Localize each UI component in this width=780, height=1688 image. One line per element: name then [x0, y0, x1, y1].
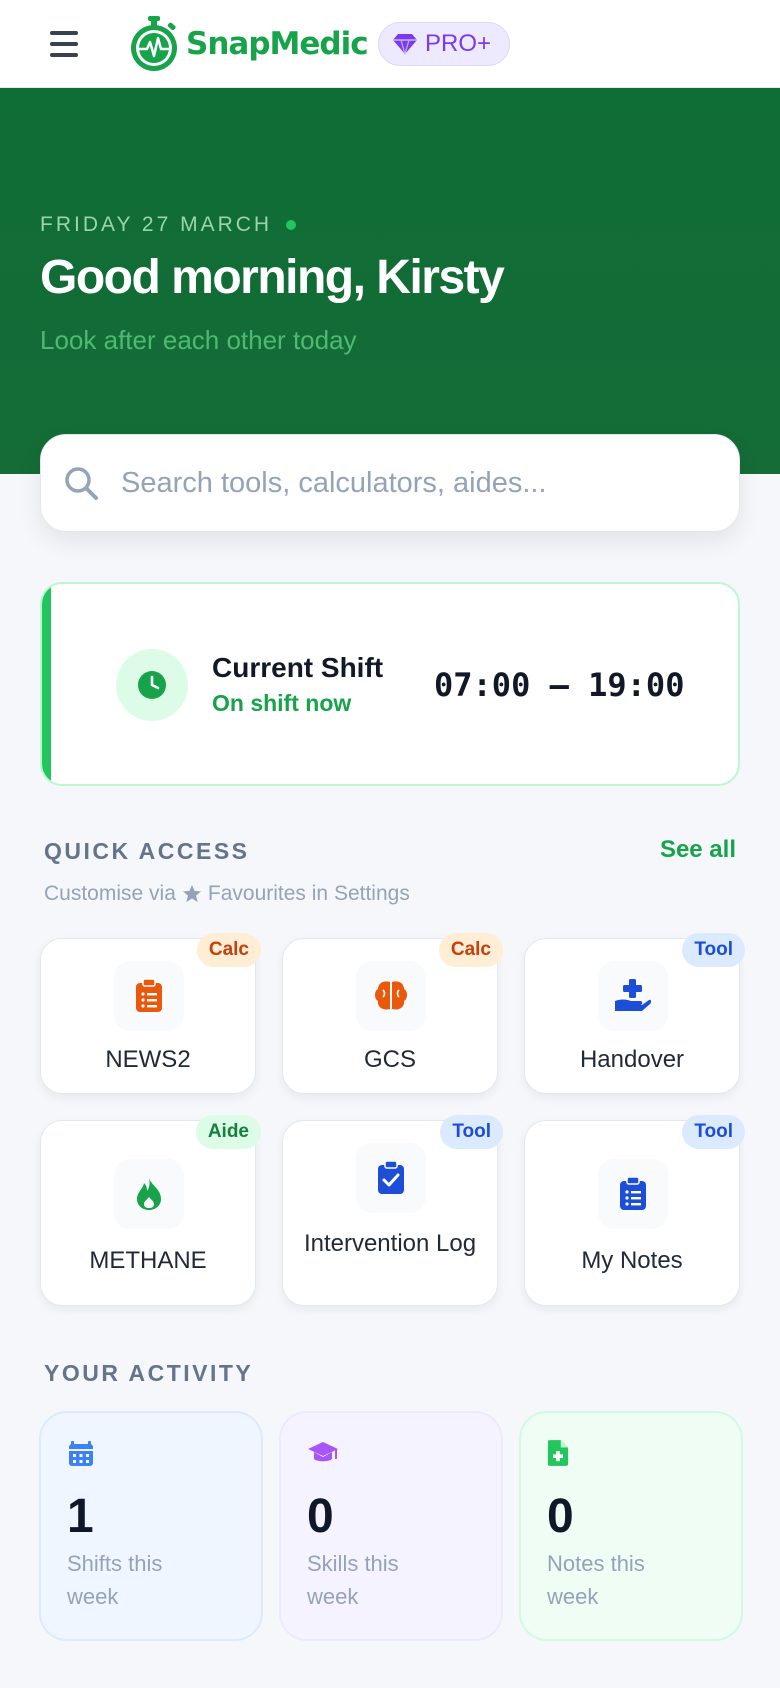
hint-prefix: Customise via: [44, 882, 176, 905]
tile-tag: Tool: [682, 1115, 745, 1149]
shift-label: Current Shift: [212, 652, 384, 683]
shift-accent-bar: [42, 584, 51, 784]
calendar-icon: [69, 1441, 93, 1466]
greeting-title: Good morning, Kirsty: [40, 251, 505, 304]
tile-label: Intervention Log: [303, 1230, 477, 1257]
activity-card-shifts[interactable]: 1 Shifts this week: [39, 1411, 263, 1641]
activity-label: Skills this week: [307, 1551, 399, 1609]
quick-access-title: QUICK ACCESS: [44, 838, 250, 864]
brain-icon: [356, 961, 426, 1031]
hero-banner: FRIDAY 27 MARCH Good morning, Kirsty Loo…: [0, 88, 780, 474]
date-text: FRIDAY 27 MARCH: [40, 213, 273, 236]
tile-methane[interactable]: Aide METHANE: [40, 1115, 261, 1306]
tile-tag: Calc: [196, 933, 261, 967]
tile-tag: Tool: [682, 933, 745, 967]
quick-access-hint: Customise via Favourites in Settings: [44, 882, 410, 906]
greeting-subtitle: Look after each other today: [40, 325, 357, 355]
search-bar[interactable]: [40, 434, 740, 532]
see-all-link[interactable]: See all: [660, 836, 736, 864]
activity-label: Notes this week: [547, 1551, 645, 1609]
hint-suffix: Favourites in Settings: [207, 882, 410, 905]
tile-intervention-log[interactable]: Tool Intervention Log: [282, 1115, 503, 1306]
hand-holding-medical-icon: [598, 961, 668, 1031]
pro-badge[interactable]: PRO+: [378, 22, 511, 66]
stopwatch-heart-icon: [131, 16, 177, 71]
tile-handover[interactable]: Tool Handover: [524, 933, 745, 1094]
shift-status: On shift now: [212, 690, 352, 716]
tile-tag: Aide: [195, 1115, 261, 1149]
tile-label: Handover: [579, 1046, 685, 1073]
app-logo[interactable]: SnapMedic: [128, 14, 369, 74]
tile-my-notes[interactable]: Tool My Notes: [524, 1115, 745, 1306]
fire-icon: [114, 1159, 184, 1229]
tile-gcs[interactable]: Calc GCS: [282, 933, 503, 1094]
file-medical-icon: [547, 1440, 569, 1466]
search-input[interactable]: [121, 466, 701, 500]
clipboard-list-icon: [598, 1159, 668, 1229]
tile-label: My Notes: [581, 1247, 683, 1274]
current-shift-card[interactable]: Current Shift On shift now 07:00 – 19:00: [40, 582, 740, 786]
clipboard-list-icon: [114, 961, 184, 1031]
shift-time: 07:00 – 19:00: [434, 666, 685, 704]
clipboard-check-icon: [356, 1143, 426, 1213]
hamburger-menu-icon[interactable]: [50, 26, 86, 62]
tile-label: METHANE: [89, 1247, 207, 1274]
gem-icon: [393, 34, 417, 55]
tile-news2[interactable]: Calc NEWS2: [40, 933, 261, 1094]
top-bar: SnapMedic PRO+: [0, 0, 780, 88]
hero-date: FRIDAY 27 MARCH: [40, 213, 297, 237]
activity-value: 0: [547, 1490, 574, 1543]
status-dot-icon: [286, 220, 297, 230]
activity-title: YOUR ACTIVITY: [44, 1360, 254, 1386]
search-icon: [65, 467, 98, 500]
tile-label: GCS: [363, 1046, 416, 1073]
activity-card-notes[interactable]: 0 Notes this week: [519, 1411, 743, 1641]
activity-value: 1: [67, 1490, 94, 1543]
activity-label: Shifts this week: [67, 1551, 163, 1609]
app-name: SnapMedic: [186, 26, 369, 62]
activity-value: 0: [307, 1490, 334, 1543]
star-icon: [182, 885, 201, 902]
graduation-cap-icon: [308, 1442, 338, 1462]
pro-badge-label: PRO+: [425, 30, 492, 57]
tile-tag: Calc: [438, 933, 503, 967]
clock-icon: [116, 649, 188, 721]
tile-label: NEWS2: [105, 1046, 191, 1073]
activity-card-skills[interactable]: 0 Skills this week: [279, 1411, 503, 1641]
tile-tag: Tool: [440, 1115, 503, 1149]
